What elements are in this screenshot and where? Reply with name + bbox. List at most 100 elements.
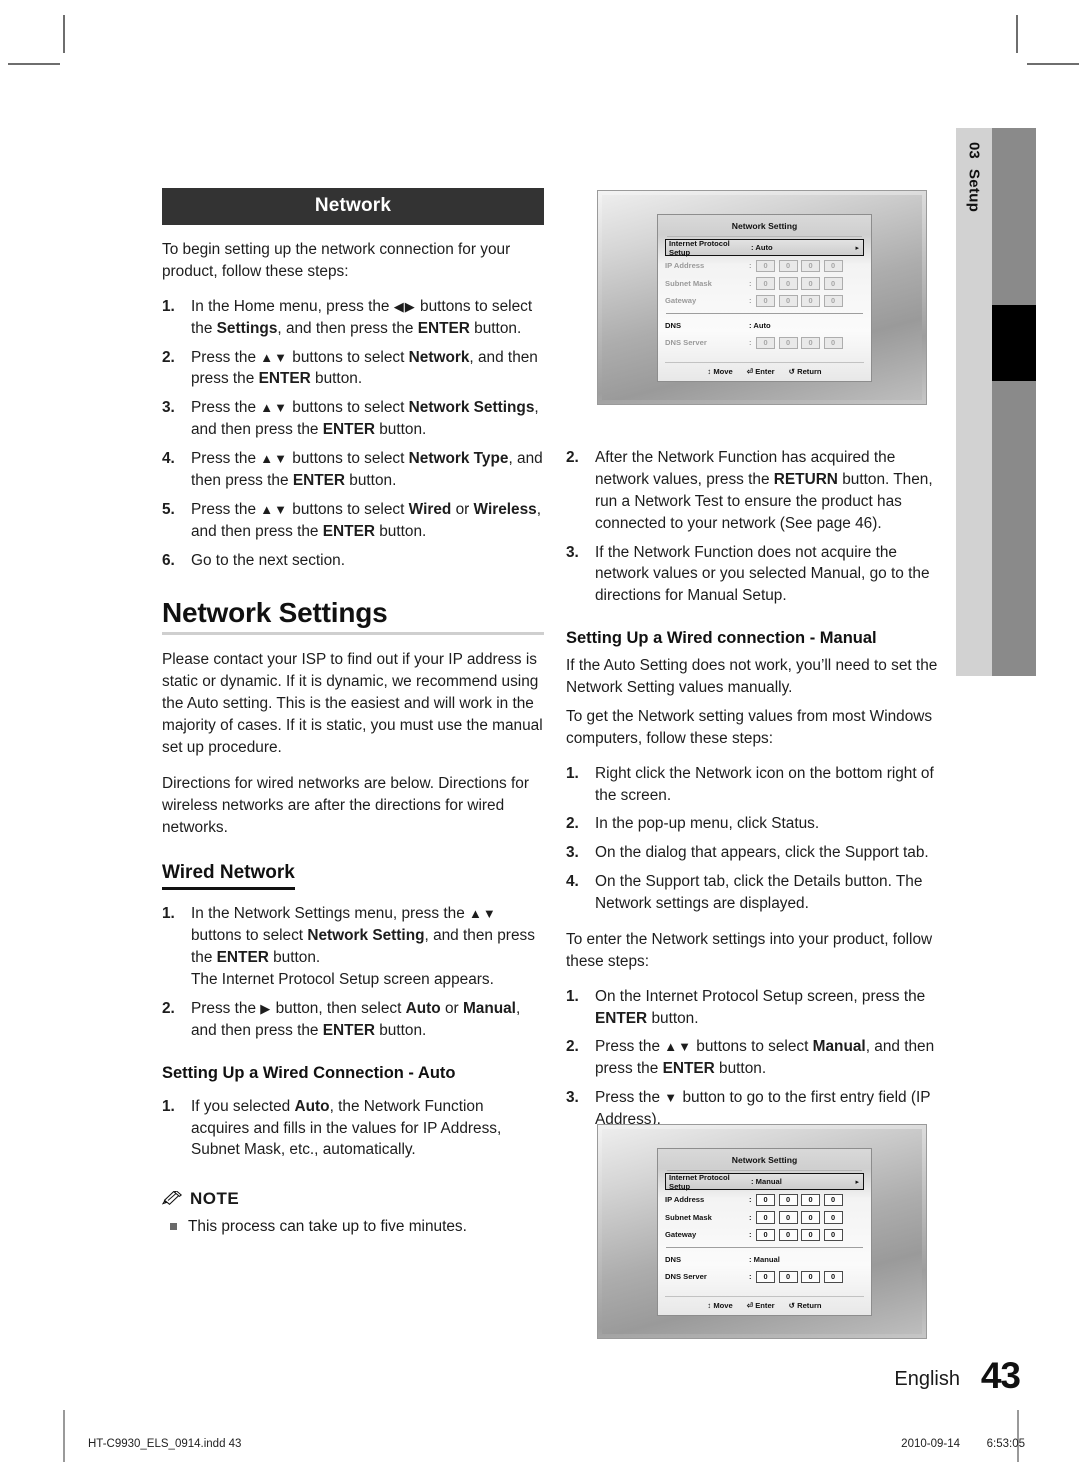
octet-box[interactable]: 0 [801,1193,820,1206]
octet-box[interactable]: 0 [778,277,798,290]
osd-row-label: DNS [665,320,682,330]
octet-box[interactable]: 0 [778,259,798,272]
step-number: 1. [162,905,175,923]
octet-box[interactable]: 0 [823,294,843,307]
osd-row-subnet-mask[interactable]: Subnet Mask:0 0 0 0 [665,275,864,293]
osd-hint: ↕ Move [707,1301,733,1310]
left-column: Network To begin setting up the network … [161,188,544,1238]
osd-footer-hints: ↕ Move ⏎ Enter ↺ Return [665,1296,864,1310]
network-settings-paragraph-1: Please contact your ISP to find out if y… [162,651,543,756]
step-item: 2. Press the ▲▼ buttons to select Network… [162,347,544,391]
step-text: Go to the next section. [191,551,345,569]
step-number: 3. [566,1089,579,1107]
osd-hint: ⏎ Enter [746,1301,775,1310]
osd-row-colon: : [749,1195,752,1205]
step-text: Press the ▲▼ buttons to select Network, … [191,348,538,388]
intro-paragraph: To begin setting up the network connecti… [162,241,511,280]
octet-box[interactable]: 0 [801,277,820,290]
page-language: English [894,1368,960,1390]
osd-title: Network Setting [667,1149,862,1171]
octet-box[interactable]: 0 [823,1228,843,1241]
osd-panel-manual: Network Setting Internet Protocol Setup: … [657,1148,872,1316]
step-list-enter-settings: 1. On the Internet Protocol Setup screen,… [566,986,948,1131]
note-label: NOTE [190,1189,240,1209]
osd-row-internet-protocol-setup[interactable]: Internet Protocol Setup: Manual ▸ [665,1172,864,1191]
osd-row-dns[interactable]: DNS: Auto [665,317,864,335]
crop-mark-top-right-vertical [1016,15,1018,53]
osd-row-subnet-mask[interactable]: Subnet Mask:0 0 0 0 [665,1209,864,1227]
network-settings-paragraph-2: Directions for wired networks are below.… [162,774,529,836]
osd-hint: ↺ Return [788,367,822,376]
octet-box[interactable]: 0 [778,1270,798,1283]
osd-row-gateway[interactable]: Gateway:0 0 0 0 [665,292,864,310]
octet-box[interactable]: 0 [778,1228,798,1241]
section-header-network: Network [162,188,544,225]
step-item: 1. Right click the Network icon on the bo… [566,763,948,807]
octet-box[interactable]: 0 [801,1211,820,1224]
chevron-right-icon[interactable]: ▸ [855,244,859,252]
osd-row-value: : Manual [749,1254,780,1264]
osd-row-internet-protocol-setup[interactable]: Internet Protocol Setup: Auto ▸ [665,239,864,257]
octet-box[interactable]: 0 [823,259,843,272]
osd-row-label: Subnet Mask [665,1212,712,1222]
step-number: 1. [162,297,175,315]
octet-box[interactable]: 0 [756,1228,775,1241]
step-number: 4. [162,450,175,467]
octet-box[interactable]: 0 [801,336,820,349]
osd-row-label: IP Address [665,261,705,271]
octet-box-group: 0000 [756,336,843,349]
osd-row-gateway[interactable]: Gateway:0 0 0 0 [665,1226,864,1244]
footer-time: 6:53:05 [986,1438,1025,1450]
octet-box[interactable]: 0 [756,1193,775,1206]
osd-row-dns-server[interactable]: DNS Server:0 0 0 0 [665,334,864,352]
octet-box[interactable]: 0 [823,1211,843,1224]
osd-row-ip-address[interactable]: IP Address:0 0 0 0 [665,257,864,275]
octet-box[interactable]: 0 [778,336,798,349]
octet-box[interactable]: 0 [778,1211,798,1224]
octet-box[interactable]: 0 [756,259,775,272]
osd-hint: ↺ Return [788,1301,822,1310]
osd-row-colon: : [749,261,752,271]
octet-box[interactable]: 0 [778,294,798,307]
step-item: 6. Go to the next section. [162,550,544,572]
octet-box[interactable]: 0 [823,336,843,349]
page-number: 43 [980,1355,1021,1396]
step-number: 1. [162,1097,175,1115]
wired-network-heading-wrap: Wired Network [162,838,544,891]
octet-box[interactable]: 0 [823,1270,843,1283]
step-item: 2. After the Network Function has acquire… [566,447,948,535]
octet-box[interactable]: 0 [756,1211,775,1224]
octet-box[interactable]: 0 [756,1270,775,1283]
step-text: After the Network Function has acquired … [595,449,933,532]
step-item: 5. Press the ▲▼ buttons to select Wired o… [162,499,544,543]
osd-title: Network Setting [667,215,862,237]
step-list-wired-auto: 1. If you selected Auto, the Network Func… [162,1096,544,1162]
step-text: In the Home menu, press the ◀▶ buttons t… [191,297,533,337]
octet-box[interactable]: 0 [756,294,775,307]
chevron-right-icon[interactable]: ▸ [855,1178,859,1186]
octet-box[interactable]: 0 [756,336,775,349]
step-number: 2. [566,449,579,466]
octet-box[interactable]: 0 [756,277,775,290]
octet-box[interactable]: 0 [823,1193,843,1206]
octet-box[interactable]: 0 [801,1270,820,1283]
octet-box[interactable]: 0 [801,1228,820,1241]
step-number: 3. [566,543,579,561]
osd-row-label: Internet Protocol Setup [669,1172,730,1191]
octet-box[interactable]: 0 [823,277,843,290]
osd-separator [666,312,863,314]
step-text: Press the ▲▼ buttons to select Network T… [191,450,543,489]
osd-row-dns[interactable]: DNS : Manual [665,1251,864,1269]
sub-heading-wired-manual: Setting Up a Wired connection - Manual [566,629,877,648]
octet-box[interactable]: 0 [778,1193,798,1206]
octet-box[interactable]: 0 [801,294,820,307]
osd-row-dns-server[interactable]: DNS Server:0 0 0 0 [665,1268,864,1286]
osd-row-ip-address[interactable]: IP Address:0 0 0 0 [665,1191,864,1209]
octet-box[interactable]: 0 [801,259,820,272]
osd-row-label: DNS [665,1254,682,1264]
step-text: If the Network Function does not acquire… [595,543,930,605]
step-item: 1. If you selected Auto, the Network Func… [162,1096,544,1162]
osd-panel-auto: Network Setting Internet Protocol Setup: … [657,214,872,382]
page-title-network-settings: Network Settings [162,597,388,629]
step-list-network-menu: 1. In the Home menu, press the ◀▶ buttons… [162,296,544,572]
